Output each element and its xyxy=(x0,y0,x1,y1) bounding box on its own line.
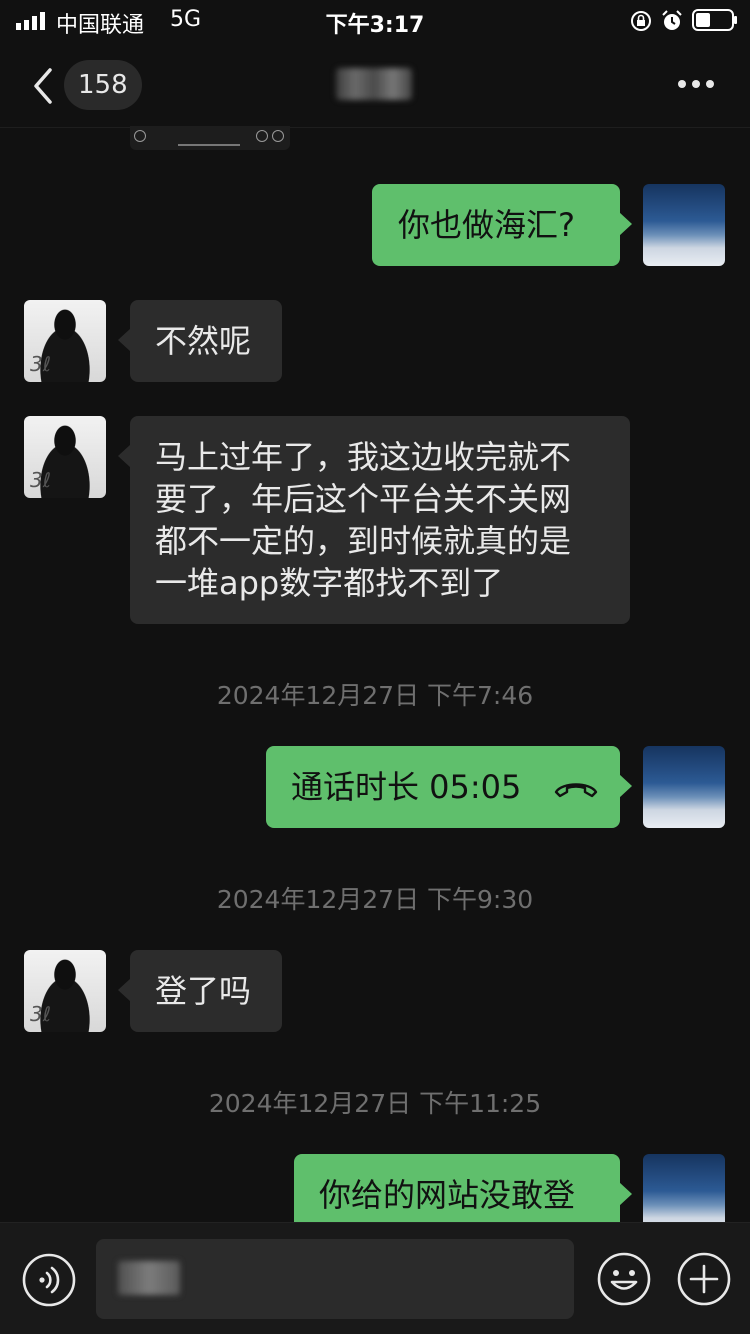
chat-header: 158 xyxy=(0,44,750,128)
message-text: 通话时长 05:05 xyxy=(291,768,522,806)
remnant-icon xyxy=(134,130,146,142)
timestamp: 2024年12月27日 下午7:46 xyxy=(216,681,534,710)
input-bar xyxy=(0,1222,750,1334)
status-bar: 中国联通 5G 下午3:17 xyxy=(0,0,750,44)
emoji-icon[interactable] xyxy=(596,1251,652,1307)
voice-icon[interactable] xyxy=(22,1253,76,1307)
message-bubble-sent[interactable]: 你也做海汇? xyxy=(372,184,632,266)
timestamp: 2024年12月27日 下午11:25 xyxy=(208,1089,542,1118)
message-input[interactable] xyxy=(96,1239,574,1319)
contact-avatar[interactable]: 3ℓ xyxy=(24,300,106,382)
rotation-lock-icon xyxy=(631,11,651,31)
message-bubble-received[interactable]: 不然呢 xyxy=(118,300,282,382)
message-text: 你也做海汇? xyxy=(398,206,575,244)
remnant-divider xyxy=(178,144,240,146)
input-draft-obscured xyxy=(118,1261,180,1295)
battery-icon xyxy=(692,9,737,31)
plus-icon[interactable] xyxy=(676,1251,732,1307)
remnant-icon xyxy=(272,130,284,142)
message-text: 登了吗 xyxy=(155,972,252,1010)
message-line: 马上过年了，我这边收完就不 xyxy=(155,438,572,476)
message-line: 一堆app数字都找不到了 xyxy=(155,564,504,602)
message-line: 都不一定的，到时候就真的是 xyxy=(155,522,572,560)
unread-count-badge[interactable]: 158 xyxy=(64,60,142,110)
message-line: 要了，年后这个平台关不关网 xyxy=(155,480,572,518)
message-bubble-received[interactable]: 登了吗 xyxy=(118,950,282,1032)
alarm-icon xyxy=(662,10,682,30)
message-text: 不然呢 xyxy=(155,322,252,360)
my-avatar[interactable] xyxy=(643,746,725,828)
timestamp: 2024年12月27日 下午9:30 xyxy=(216,885,534,914)
contact-avatar[interactable]: 3ℓ xyxy=(24,416,106,498)
phone-hangup-icon xyxy=(554,783,597,798)
chat-title-obscured xyxy=(336,68,412,100)
more-icon[interactable] xyxy=(676,78,716,90)
my-avatar[interactable] xyxy=(643,184,725,266)
remnant-icon xyxy=(256,130,268,142)
previous-message-remnant xyxy=(130,126,290,150)
call-record-bubble[interactable]: 通话时长 05:05 xyxy=(266,746,632,828)
message-bubble-received[interactable]: 马上过年了，我这边收完就不 要了，年后这个平台关不关网 都不一定的，到时候就真的… xyxy=(118,416,630,624)
message-text: 你给的网站没敢登 xyxy=(319,1176,576,1214)
back-chevron-icon[interactable] xyxy=(30,66,56,106)
contact-avatar[interactable]: 3ℓ xyxy=(24,950,106,1032)
